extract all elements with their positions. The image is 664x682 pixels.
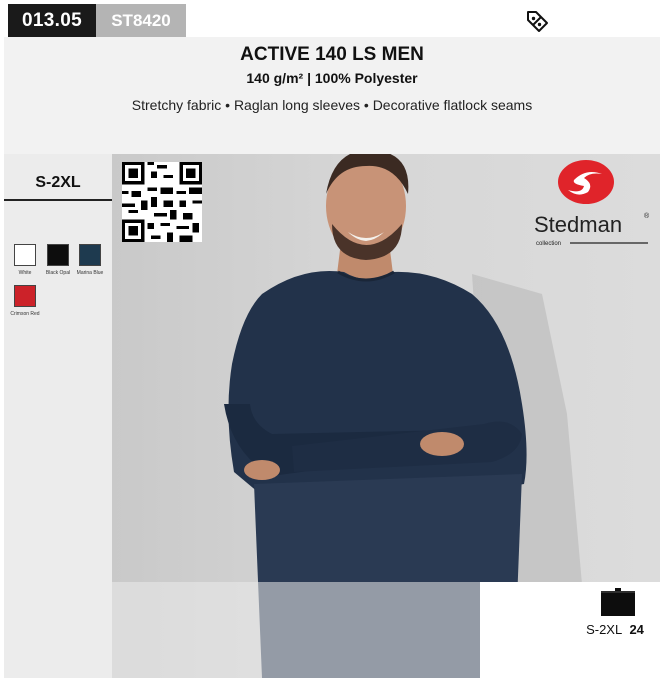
stedman-logo-mark: Stedman ® collection [534, 160, 650, 247]
color-swatch-marina-blue [79, 244, 101, 266]
tag-percent-icon [527, 11, 548, 32]
color-label: Marina Blue [76, 270, 104, 276]
registered-mark: ® [644, 212, 650, 220]
sku-badge: ST8420 [96, 4, 186, 37]
color-label: White [18, 270, 32, 276]
sidebar: S-2XL White Black Opal Marina Blue Crims… [4, 154, 112, 678]
catalog-page: 013.05 ST8420 ACTIVE 140 LS MEN 140 g/m²… [4, 4, 660, 678]
product-subtitle: 140 g/m² | 100% Polyester [246, 70, 418, 86]
packaging-size: S-2XL [586, 622, 623, 637]
packaging-quantity: S-2XL 24 [570, 622, 660, 637]
brand-name: Stedman [534, 212, 622, 237]
divider [4, 199, 112, 201]
qr-code [122, 162, 202, 242]
catalog-code-badge: 013.05 [8, 4, 96, 37]
color-swatch-black-opal [47, 244, 69, 266]
header-bar: 013.05 ST8420 [4, 4, 660, 37]
packaging-count: 24 [629, 622, 644, 637]
packaging-info: S-2XL 24 [480, 582, 660, 678]
carton-box-icon [601, 588, 635, 616]
product-title: ACTIVE 140 LS MEN [240, 44, 424, 65]
color-label: Black Opal [45, 270, 71, 276]
color-label: Crimson Red [10, 311, 40, 317]
brand-collection-label: collection [536, 241, 561, 247]
color-swatch-white [14, 244, 36, 266]
size-range: S-2XL [35, 174, 81, 191]
color-swatch-crimson-red [14, 285, 36, 307]
product-features: Stretchy fabric • Raglan long sleeves • … [131, 97, 533, 113]
stedman-logo: Stedman ® collection [528, 158, 658, 258]
